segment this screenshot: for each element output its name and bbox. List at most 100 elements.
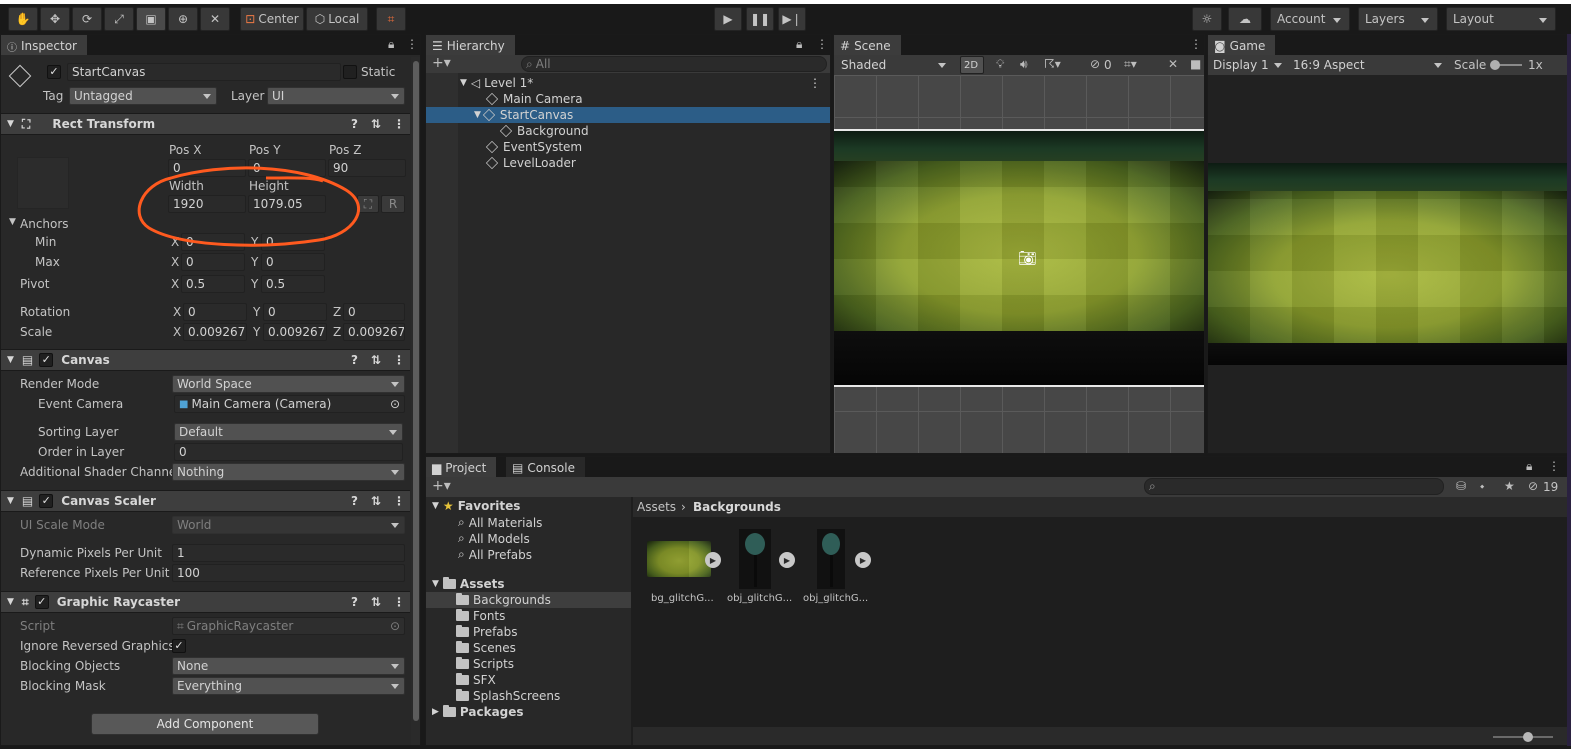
- tab-scene[interactable]: # Scene: [834, 35, 901, 55]
- 2d-toggle[interactable]: 2D: [960, 56, 984, 74]
- tab-hierarchy[interactable]: ☰ Hierarchy: [426, 35, 515, 55]
- pivot-center-button[interactable]: ⊡ Center: [240, 7, 304, 31]
- audio-icon[interactable]: 🔊︎: [1020, 57, 1028, 72]
- folder-item-backgrounds[interactable]: Backgrounds: [456, 593, 551, 607]
- play-icon[interactable]: ▶: [705, 552, 721, 568]
- hier-item-background[interactable]: Background: [426, 123, 830, 139]
- scale-tool-icon[interactable]: ⤢: [104, 7, 134, 31]
- hier-item-main-camera[interactable]: Main Camera: [426, 91, 830, 107]
- transform-tool-icon[interactable]: ⊕: [168, 7, 198, 31]
- display-dropdown[interactable]: Display 1: [1208, 56, 1288, 74]
- layers-dropdown[interactable]: Layers: [1358, 7, 1438, 31]
- lock-icon[interactable]: 🔒︎: [1526, 459, 1532, 474]
- unity-scene-icon: ◁: [470, 76, 481, 90]
- aspect-dropdown[interactable]: 16:9 Aspect: [1288, 56, 1448, 74]
- create-button[interactable]: +▾: [432, 55, 451, 71]
- scale-slider-thumb[interactable]: [1490, 60, 1500, 70]
- services-icon[interactable]: ☼: [1192, 7, 1222, 31]
- scene-viewport[interactable]: 📷︎: [834, 75, 1204, 453]
- camera-gizmo-icon[interactable]: ■: [1190, 57, 1201, 71]
- asset-label[interactable]: obj_glitchG...: [803, 593, 868, 604]
- packages-item[interactable]: ▶ Packages: [432, 705, 524, 719]
- expand-arrow-icon[interactable]: ▼: [474, 110, 481, 120]
- folder-item-scenes[interactable]: Scenes: [456, 641, 516, 655]
- project-footer: [633, 727, 1568, 745]
- icon-size-slider[interactable]: [1493, 732, 1553, 742]
- expand-arrow-icon[interactable]: ▼: [460, 78, 467, 88]
- expand-arrow-icon[interactable]: ▼: [432, 579, 439, 589]
- favorite-item[interactable]: ⌕ All Materials: [458, 515, 542, 530]
- hier-item-eventsystem[interactable]: EventSystem: [426, 139, 830, 155]
- hidden-packages-icon[interactable]: ⊘: [1528, 479, 1538, 493]
- folder-item-fonts[interactable]: Fonts: [456, 609, 505, 623]
- collapse-arrow-icon[interactable]: ▶: [432, 707, 439, 717]
- breadcrumb-current[interactable]: Backgrounds: [693, 500, 781, 514]
- hand-tool-icon[interactable]: ✋: [8, 7, 38, 31]
- hier-item-levelloader[interactable]: LevelLoader: [426, 155, 830, 171]
- search-icon: ⌕: [458, 547, 465, 561]
- icon-size-slider-thumb[interactable]: [1523, 732, 1533, 742]
- hier-item-scene[interactable]: ▼ ◁ Level 1* ⋮: [426, 75, 830, 91]
- pause-button[interactable]: ❚❚: [746, 7, 774, 31]
- rect-tool-icon[interactable]: ▣: [136, 7, 166, 31]
- account-dropdown[interactable]: Account: [1270, 7, 1350, 31]
- folder-item-scripts[interactable]: Scripts: [456, 657, 514, 671]
- grid-snap-icon[interactable]: ⌗: [376, 7, 406, 31]
- camera-gizmo-icon[interactable]: 📷︎: [1018, 249, 1037, 267]
- project-search-input[interactable]: ⌕: [1144, 478, 1444, 495]
- step-button[interactable]: ▶❘: [778, 7, 806, 31]
- scene-menu-icon[interactable]: ⋮: [809, 76, 821, 90]
- lighting-icon[interactable]: 💡︎: [996, 57, 1004, 72]
- menu-icon[interactable]: ⋮: [1548, 459, 1560, 473]
- tab-game[interactable]: ◙ Game: [1208, 35, 1276, 55]
- play-button[interactable]: ▶: [714, 7, 742, 31]
- scene-grid-toggle-icon[interactable]: ⌗▾: [1124, 57, 1137, 72]
- asset-label[interactable]: obj_glitchG...: [727, 593, 792, 604]
- scale-slider[interactable]: [1490, 60, 1522, 70]
- asset-thumb-obj[interactable]: [817, 529, 845, 589]
- asset-thumb-bg[interactable]: [647, 541, 711, 577]
- folder-item-prefabs[interactable]: Prefabs: [456, 625, 518, 639]
- tools-icon[interactable]: ✕: [1168, 57, 1178, 71]
- hidden-objects-icon[interactable]: ⊘: [1090, 57, 1100, 71]
- expand-arrow-icon[interactable]: ▼: [432, 501, 439, 511]
- asset-thumb-obj[interactable]: [739, 529, 771, 589]
- hierarchy-search-input[interactable]: ⌕ All: [521, 56, 827, 72]
- custom-tool-icon[interactable]: ✕: [200, 7, 230, 31]
- shading-dropdown[interactable]: Shaded: [836, 56, 952, 74]
- effects-icon[interactable]: ☈▾: [1044, 57, 1061, 71]
- favorite-item[interactable]: ⌕ All Prefabs: [458, 547, 532, 562]
- lock-icon[interactable]: 🔒︎: [796, 37, 802, 52]
- game-background-image: [1208, 191, 1568, 343]
- hier-item-label: Level 1*: [484, 76, 534, 90]
- space-local-button[interactable]: ⬡ Local: [306, 7, 368, 31]
- favorite-item[interactable]: ⌕ All Models: [458, 531, 530, 546]
- tab-project[interactable]: ▆ Project: [426, 457, 497, 477]
- cloud-icon[interactable]: ☁: [1228, 7, 1262, 31]
- filter-label-icon[interactable]: ⬩: [1480, 479, 1484, 494]
- layout-dropdown[interactable]: Layout: [1446, 7, 1556, 31]
- folder-item-sfx[interactable]: SFX: [456, 673, 496, 687]
- folder-item-splashscreens[interactable]: SplashScreens: [456, 689, 560, 703]
- menu-icon[interactable]: ⋮: [816, 37, 828, 51]
- favorites-label: Favorites: [457, 499, 521, 513]
- tab-console[interactable]: ▤ Console: [506, 457, 585, 477]
- assets-folder-item[interactable]: ▼ Assets: [432, 577, 505, 591]
- filter-type-icon[interactable]: ⛁: [1456, 479, 1466, 493]
- menu-icon[interactable]: ⋮: [1190, 37, 1202, 51]
- favorites-item[interactable]: ▼ ★ Favorites: [432, 499, 520, 513]
- scene-grid-icon: #: [840, 39, 851, 53]
- create-asset-button[interactable]: +▾: [432, 478, 451, 494]
- play-icon[interactable]: ▶: [779, 552, 795, 568]
- rotate-tool-icon[interactable]: ⟳: [72, 7, 102, 31]
- move-tool-icon[interactable]: ✥: [40, 7, 70, 31]
- hier-item-startcanvas[interactable]: ▼ StartCanvas: [426, 107, 830, 123]
- hier-item-label: StartCanvas: [499, 108, 574, 122]
- asset-label[interactable]: bg_glitchG...: [651, 593, 714, 604]
- game-viewport[interactable]: [1208, 75, 1568, 453]
- search-placeholder: All: [535, 57, 551, 71]
- favorite-star-icon[interactable]: ★: [1504, 479, 1515, 493]
- play-icon[interactable]: ▶: [855, 552, 871, 568]
- tree-foliage-icon: [745, 533, 765, 555]
- breadcrumb-root[interactable]: Assets: [637, 500, 676, 514]
